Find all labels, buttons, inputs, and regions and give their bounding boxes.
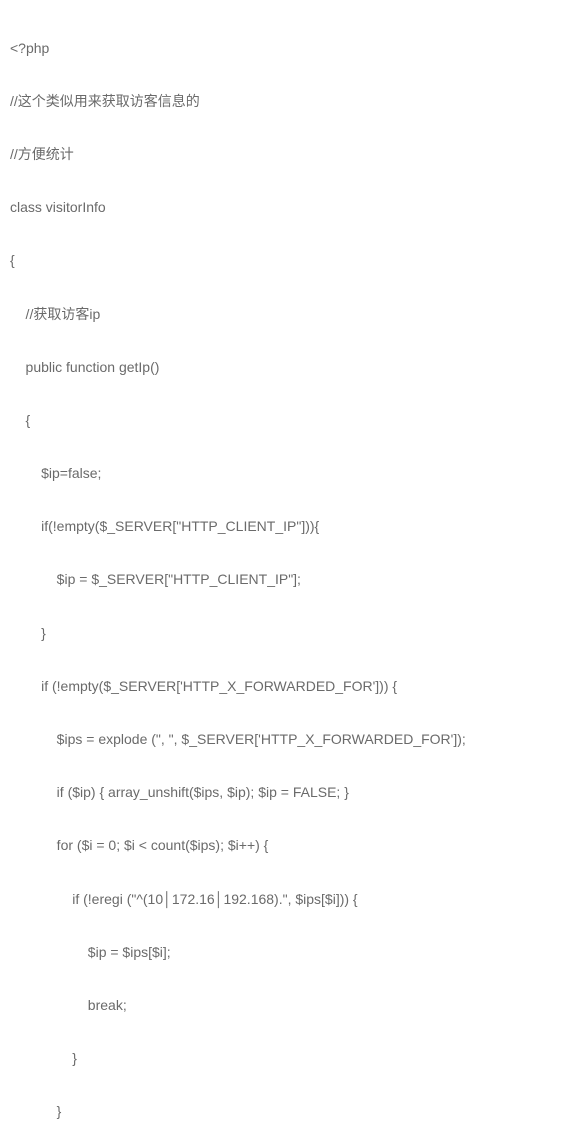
code-line: } — [10, 1098, 565, 1125]
code-line: $ips = explode (", ", $_SERVER['HTTP_X_F… — [10, 726, 565, 753]
code-line: { — [10, 247, 565, 274]
code-line: $ip = $ips[$i]; — [10, 939, 565, 966]
code-line: if(!empty($_SERVER["HTTP_CLIENT_IP"])){ — [10, 513, 565, 540]
code-line: <?php — [10, 35, 565, 62]
code-line: if (!eregi ("^(10│172.16│192.168).", $ip… — [10, 886, 565, 913]
code-line: for ($i = 0; $i < count($ips); $i++) { — [10, 832, 565, 859]
code-line: public function getIp() — [10, 354, 565, 381]
code-line: } — [10, 620, 565, 647]
code-line: //这个类似用来获取访客信息的 — [10, 88, 565, 115]
code-line: class visitorInfo — [10, 194, 565, 221]
code-line: //方便统计 — [10, 141, 565, 168]
code-line: break; — [10, 992, 565, 1019]
code-line: //获取访客ip — [10, 301, 565, 328]
code-line: $ip = $_SERVER["HTTP_CLIENT_IP"]; — [10, 566, 565, 593]
code-line: } — [10, 1045, 565, 1072]
code-line: { — [10, 407, 565, 434]
code-line: if ($ip) { array_unshift($ips, $ip); $ip… — [10, 779, 565, 806]
code-line: $ip=false; — [10, 460, 565, 487]
php-code-block: <?php //这个类似用来获取访客信息的 //方便统计 class visit… — [10, 8, 565, 1148]
code-line: if (!empty($_SERVER['HTTP_X_FORWARDED_FO… — [10, 673, 565, 700]
